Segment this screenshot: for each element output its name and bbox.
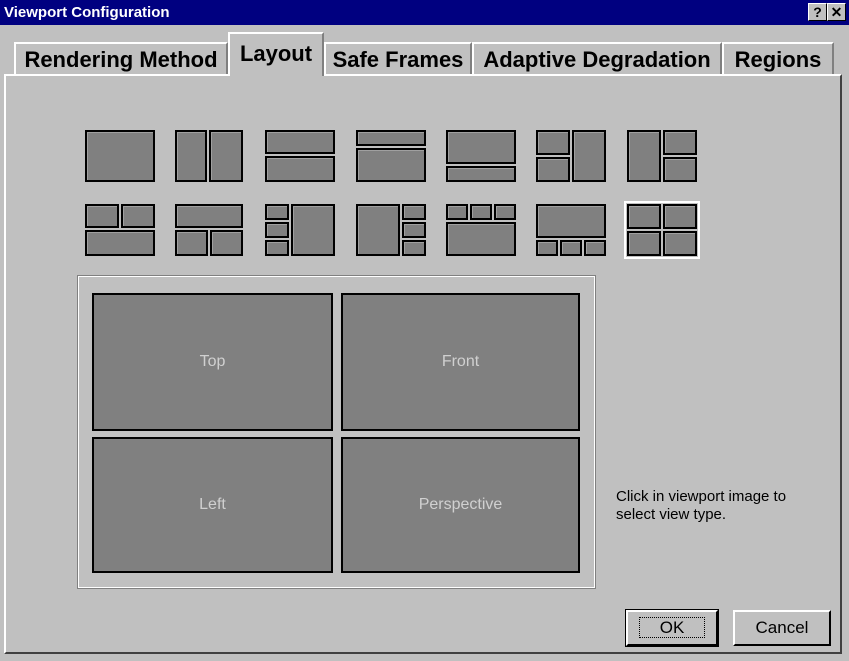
viewport-left-label: Left [199, 496, 226, 513]
layout-option-9[interactable] [175, 204, 243, 256]
layout-option-11[interactable] [356, 204, 426, 256]
layout-option-12[interactable] [446, 204, 516, 256]
viewport-preview: Top Front Left Perspective [77, 275, 596, 589]
layout-option-3[interactable] [265, 130, 335, 182]
layout-option-6[interactable] [536, 130, 606, 182]
tab-strip: Rendering Method Layout Safe Frames Adap… [0, 32, 849, 76]
layout-option-1[interactable] [85, 130, 155, 182]
layout-option-14-selected[interactable] [624, 201, 700, 259]
layout-option-2[interactable] [175, 130, 243, 182]
tab-adaptive-degradation[interactable]: Adaptive Degradation [472, 42, 722, 76]
ok-button[interactable]: OK [625, 609, 719, 647]
layout-option-8[interactable] [85, 204, 155, 256]
help-button[interactable]: ? [808, 3, 827, 21]
tab-layout[interactable]: Layout [228, 32, 324, 76]
viewport-top-label: Top [199, 353, 226, 370]
layout-option-7[interactable] [627, 130, 697, 182]
layout-option-13[interactable] [536, 204, 606, 256]
window-title: Viewport Configuration [4, 4, 170, 21]
viewport-perspective[interactable]: Perspective [341, 437, 580, 573]
layout-option-10[interactable] [265, 204, 335, 256]
viewport-top[interactable]: Top [92, 293, 333, 431]
tab-rendering-method[interactable]: Rendering Method [14, 42, 228, 76]
close-button[interactable]: ✕ [827, 3, 846, 21]
viewport-left[interactable]: Left [92, 437, 333, 573]
layout-option-4[interactable] [356, 130, 426, 182]
title-bar: Viewport Configuration ? ✕ [0, 0, 849, 25]
cancel-button[interactable]: Cancel [733, 610, 831, 646]
ok-button-label: OK [638, 617, 706, 638]
viewport-front-label: Front [441, 353, 480, 370]
tab-safe-frames[interactable]: Safe Frames [324, 42, 472, 76]
viewport-perspective-label: Perspective [418, 496, 503, 513]
hint-text: Click in viewport image to select view t… [616, 488, 787, 523]
viewport-front[interactable]: Front [341, 293, 580, 431]
tab-regions[interactable]: Regions [722, 42, 834, 76]
layout-option-5[interactable] [446, 130, 516, 182]
